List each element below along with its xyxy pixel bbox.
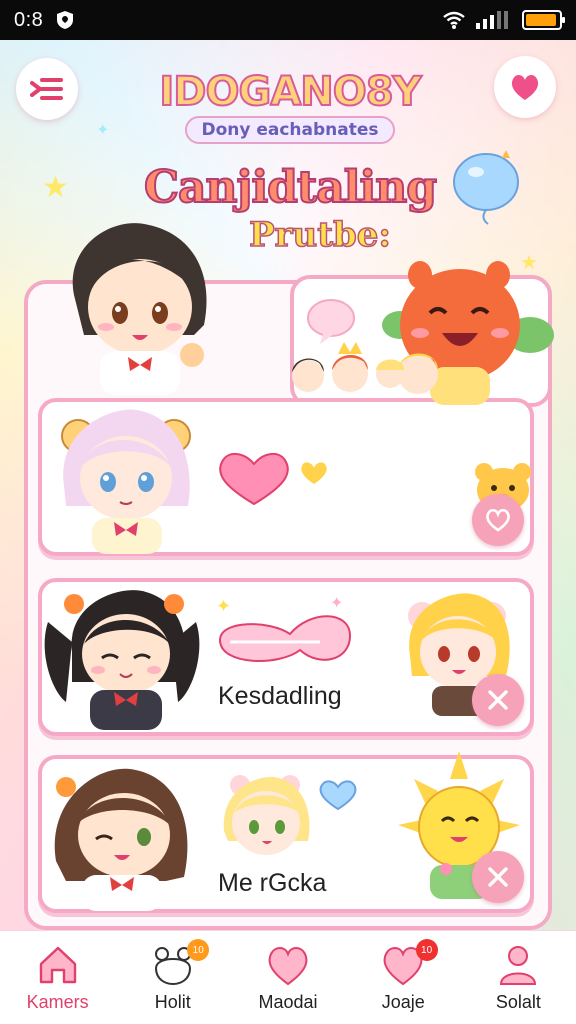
battery-level — [526, 14, 557, 26]
brown-hair-winking-girl-illustration — [54, 768, 188, 911]
menu-button[interactable] — [16, 58, 78, 120]
heart-icon — [486, 508, 510, 532]
card-close-button[interactable] — [472, 674, 524, 726]
close-icon — [488, 690, 508, 710]
nav-label: Joaje — [381, 992, 425, 1012]
nav-label: Solalt — [495, 992, 541, 1012]
battery-icon — [522, 10, 565, 30]
status-time: 0:8 — [14, 8, 44, 31]
logo-subtitle: Dony eachabnates — [185, 116, 395, 144]
nav-label: Holit — [154, 992, 191, 1012]
card-label: Me rGcka — [218, 869, 327, 897]
heart-icon — [268, 947, 308, 986]
list-card[interactable] — [38, 398, 534, 556]
mini-characters-illustration — [292, 342, 438, 394]
svg-text:✦: ✦ — [216, 596, 231, 617]
svg-text:✦: ✦ — [330, 593, 343, 612]
notification-badge: 10 — [415, 939, 438, 961]
app-logo: IDOGANO8Y — [158, 69, 422, 115]
menu-icon — [30, 78, 63, 100]
nav-item-joaje[interactable]: 10 Joaje — [346, 931, 461, 1024]
nav-item-maodai[interactable]: Maodai — [230, 931, 345, 1024]
brown-hair-girl-illustration — [72, 223, 207, 395]
signal-icon — [476, 11, 508, 29]
favorite-button[interactable] — [494, 56, 556, 118]
pink-hair-girl-illustration — [61, 409, 191, 554]
page-headline: Canjidtaling — [143, 161, 438, 214]
heart-icon — [511, 74, 539, 100]
pink-ribbon-sticker: ✦ ✦ — [216, 593, 352, 662]
wifi-icon — [443, 11, 465, 29]
star-decoration: ★ — [42, 170, 69, 205]
blonde-girl-with-heart-illustration — [223, 775, 357, 855]
balloon-decoration — [453, 150, 519, 225]
heart-chat-sticker — [219, 453, 327, 506]
nav-item-home[interactable]: Kamers — [0, 931, 115, 1024]
notification-badge: 10 — [187, 939, 210, 961]
home-icon — [39, 946, 76, 984]
list-card[interactable]: ✦ ✦ Kesdadling — [38, 578, 534, 736]
nav-item-solalt[interactable]: Solalt — [461, 931, 576, 1024]
card-favorite-button[interactable] — [472, 494, 524, 546]
card-close-button[interactable] — [472, 851, 524, 903]
bottom-navigation: Kamers 10 Holit Maodai 10 Joaje Solalt — [0, 930, 576, 1024]
nav-item-holit[interactable]: 10 Holit — [115, 931, 230, 1024]
nav-label: Kamers — [26, 992, 89, 1012]
nav-label: Maodai — [258, 992, 318, 1012]
person-icon — [500, 946, 537, 985]
speech-bubble-decoration — [307, 299, 355, 344]
close-icon — [488, 867, 508, 887]
status-bar: 0:8 — [0, 0, 576, 40]
shield-icon — [57, 11, 74, 29]
card-label: Kesdadling — [218, 682, 342, 710]
list-card[interactable]: Me rGcka — [38, 751, 534, 913]
black-twintail-girl-illustration — [44, 590, 200, 730]
